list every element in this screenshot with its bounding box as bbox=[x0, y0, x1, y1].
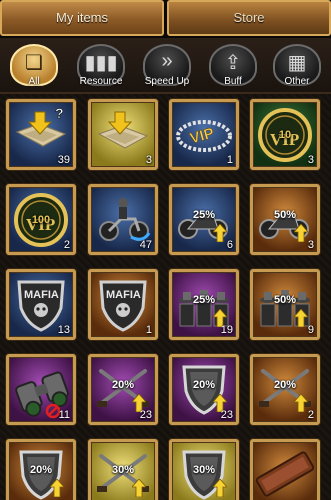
resource-icon: ▮▮▮ bbox=[84, 52, 118, 74]
item-count: 19 bbox=[220, 324, 233, 336]
item-count: 6 bbox=[226, 239, 233, 251]
category-label: Other bbox=[284, 76, 310, 87]
item-boost-label: 30% bbox=[192, 464, 216, 476]
item-slot[interactable]: 47 bbox=[88, 184, 158, 255]
item-slot[interactable]: 3 bbox=[88, 99, 158, 170]
category-all[interactable]: ❏ All bbox=[5, 44, 63, 92]
item-boost-label: 25% bbox=[192, 209, 216, 221]
item-count: 23 bbox=[220, 409, 233, 421]
svg-text:MAFIA: MAFIA bbox=[106, 289, 141, 301]
upgrade-arrow-icon bbox=[132, 479, 146, 497]
item-boost-label: 20% bbox=[273, 379, 297, 391]
item-boost-label: 30% bbox=[111, 464, 135, 476]
category-filter-bar: ❏ All ▮▮▮ Resource » Speed Up ⇪ Buff ▦ Other bbox=[0, 38, 331, 94]
upgrade-arrow-icon bbox=[294, 224, 308, 242]
item-slot[interactable]: ? 39 bbox=[6, 99, 76, 170]
item-count: 11 bbox=[58, 409, 70, 421]
item-count: 3 bbox=[307, 154, 314, 166]
item-count: 1 bbox=[226, 154, 233, 166]
item-boost-label: 20% bbox=[29, 464, 53, 476]
item-boost-label: 50% bbox=[273, 294, 297, 306]
buff-icon: ⇪ bbox=[224, 52, 242, 74]
item-slot[interactable]: MAFIA 1 bbox=[88, 269, 158, 340]
category-label: Speed Up bbox=[144, 76, 190, 87]
item-count: 2 bbox=[63, 239, 70, 251]
svg-text:?: ? bbox=[55, 105, 64, 121]
category-label: All bbox=[28, 76, 40, 87]
category-other[interactable]: ▦ Other bbox=[268, 44, 326, 92]
item-slot[interactable]: 11 bbox=[6, 354, 76, 425]
item-count: 3 bbox=[307, 239, 314, 251]
category-label: Buff bbox=[224, 76, 242, 87]
upgrade-arrow-icon bbox=[213, 479, 227, 497]
item-count: 3 bbox=[145, 154, 152, 166]
speed-up-icon: » bbox=[161, 50, 173, 72]
item-slot[interactable]: 30% bbox=[169, 439, 239, 500]
category-speed-up[interactable]: » Speed Up bbox=[138, 44, 196, 92]
top-tabs: My items Store bbox=[0, 0, 331, 38]
item-slot[interactable]: VIP 100 2 bbox=[6, 184, 76, 255]
tab-my-items[interactable]: My items bbox=[0, 0, 164, 36]
inventory-screen: My items Store ❏ All ▮▮▮ Resource » Speed Up ⇪… bbox=[0, 0, 331, 500]
item-slot[interactable] bbox=[250, 439, 320, 500]
item-count: 47 bbox=[139, 239, 152, 251]
item-count: 39 bbox=[57, 154, 70, 166]
svg-text:MAFIA: MAFIA bbox=[24, 289, 59, 301]
item-slot[interactable]: 20% 2 bbox=[250, 354, 320, 425]
other-icon: ▦ bbox=[287, 52, 307, 74]
item-count: 1 bbox=[145, 324, 152, 336]
item-slot[interactable]: 20% bbox=[6, 439, 76, 500]
item-count: 13 bbox=[57, 324, 70, 336]
item-count: 23 bbox=[139, 409, 152, 421]
upgrade-arrow-icon bbox=[50, 479, 64, 497]
item-slot[interactable]: 50% 9 bbox=[250, 269, 320, 340]
item-boost-label: 25% bbox=[192, 294, 216, 306]
item-boost-label: 20% bbox=[192, 379, 216, 391]
tab-store[interactable]: Store bbox=[167, 0, 331, 36]
item-count: 9 bbox=[307, 324, 314, 336]
upgrade-arrow-icon bbox=[294, 394, 308, 412]
all-icon: ❏ bbox=[25, 52, 43, 74]
item-count: 2 bbox=[307, 409, 314, 421]
category-buff[interactable]: ⇪ Buff bbox=[204, 44, 262, 92]
item-slot[interactable]: 30% bbox=[88, 439, 158, 500]
upgrade-arrow-icon bbox=[294, 309, 308, 327]
category-label: Resource bbox=[79, 76, 123, 87]
svg-text:VIP: VIP bbox=[188, 125, 216, 148]
item-boost-label: 10 bbox=[278, 129, 292, 141]
item-slot[interactable]: 50% 3 bbox=[250, 184, 320, 255]
item-slot[interactable]: 20% 23 bbox=[169, 354, 239, 425]
item-boost-label: 20% bbox=[111, 379, 135, 391]
item-boost-label: 50% bbox=[273, 209, 297, 221]
category-resource[interactable]: ▮▮▮ Resource bbox=[72, 44, 130, 92]
item-slot[interactable]: MAFIA 13 bbox=[6, 269, 76, 340]
item-slot[interactable]: 25% 19 bbox=[169, 269, 239, 340]
item-boost-label: 100 bbox=[31, 214, 51, 226]
upgrade-arrow-icon bbox=[213, 224, 227, 242]
item-slot[interactable]: VIP 10 3 bbox=[250, 99, 320, 170]
item-slot[interactable]: VIP 1 bbox=[169, 99, 239, 170]
item-slot[interactable]: 25% 6 bbox=[169, 184, 239, 255]
item-slot[interactable]: 20% 23 bbox=[88, 354, 158, 425]
